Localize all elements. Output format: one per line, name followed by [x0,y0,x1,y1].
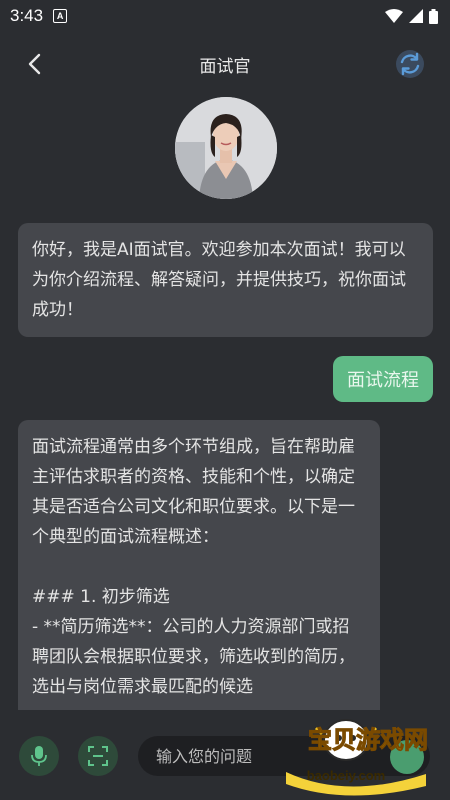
page-title: 面试官 [199,56,251,77]
watermark-mascot-icon: 宝贝游戏网 baobeiy.com [286,719,429,796]
interviewer-portrait-image [175,97,277,199]
watermark-logo: 宝贝游戏网 baobeiy.com [276,700,450,800]
ai-message-reply: 面试流程通常由多个环节组成，旨在帮助雇主评估求职者的资格、技能和个性，以确定其是… [18,420,380,720]
refresh-button[interactable] [394,48,426,80]
battery-icon [429,8,438,24]
svg-text:baobeiy.com: baobeiy.com [307,768,386,783]
ai-message-greeting: 你好，我是AI面试官。欢迎参加本次面试！我可以为你介绍流程、解答疑问，并提供技巧… [18,223,433,337]
app-header: 面试官 [0,40,450,88]
scan-button[interactable] [78,736,118,776]
interviewer-avatar [175,97,277,199]
svg-text:宝贝游戏网: 宝贝游戏网 [308,726,428,754]
scan-icon [88,746,108,766]
refresh-icon [396,50,424,78]
signal-icon [409,9,423,23]
back-button[interactable] [20,50,48,78]
voice-input-button[interactable] [19,736,59,776]
status-time: 3:43 [10,6,44,25]
wifi-icon [385,9,403,23]
user-message: 面试流程 [333,356,433,402]
status-bar: 3:43 A [0,0,450,32]
back-arrow-icon [28,53,41,75]
notification-a-icon: A [53,9,68,23]
mic-icon [31,746,47,766]
